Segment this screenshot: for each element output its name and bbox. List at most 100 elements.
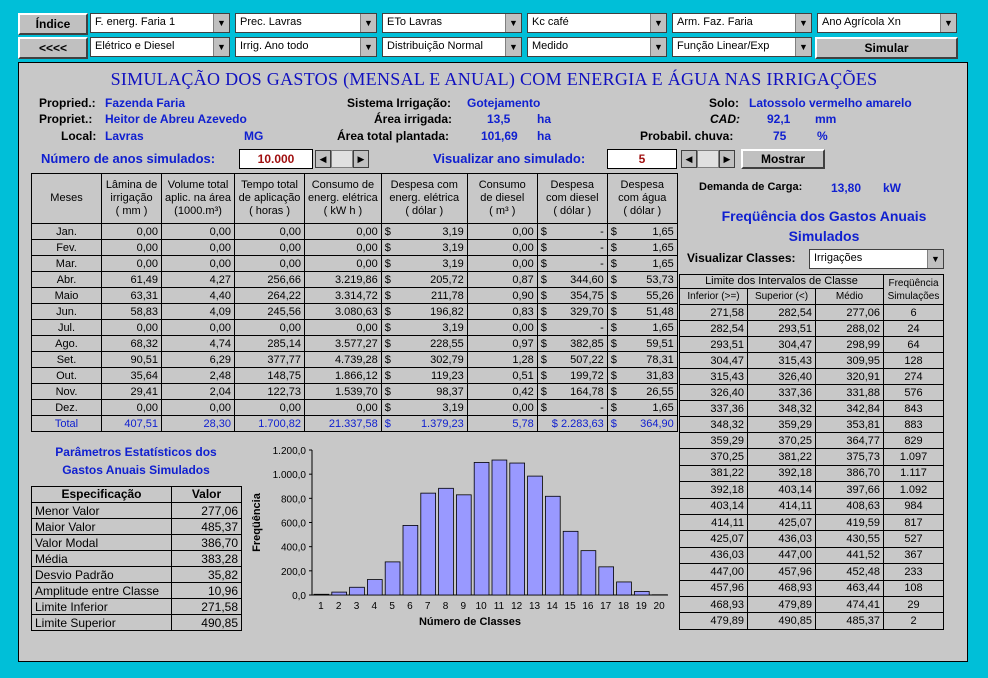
chevron-down-icon[interactable]: ▼: [795, 38, 811, 56]
table-row: 447,00 457,96 452,48 233: [679, 563, 944, 581]
bar: [384, 561, 401, 596]
table-row: 436,03 447,00 441,52 367: [679, 546, 944, 565]
mostrar-button[interactable]: Mostrar: [741, 149, 825, 169]
cell: 353,81: [815, 416, 884, 433]
stats-table: Especificação Valor Menor Valor 277,06 Maior…: [31, 486, 242, 631]
cell: 0,00: [304, 223, 382, 240]
x-tick-label: 5: [389, 601, 395, 612]
cell: 337,36: [747, 384, 816, 401]
prob-unit: %: [817, 129, 828, 143]
cell: 364,77: [815, 431, 884, 450]
chevron-down-icon[interactable]: ▼: [360, 38, 376, 56]
cell: 0,00: [160, 255, 236, 272]
top-select-10[interactable]: Medido ▼: [527, 37, 667, 57]
cell: 367: [883, 546, 944, 565]
cell: 24: [883, 320, 944, 337]
cell: 1,28: [466, 351, 538, 368]
cell: 382,85: [551, 335, 608, 352]
anos-left-arrow-icon[interactable]: ◀: [315, 150, 331, 168]
table-row: Abr. 61,49 4,27 256,66 3.219,86 $205,72 0,87 $3…: [31, 271, 678, 288]
x-tick-label: 9: [461, 601, 467, 612]
chevron-down-icon[interactable]: ▼: [927, 250, 943, 268]
table-row: Maior Valor 485,37: [31, 518, 242, 535]
indice-button[interactable]: Índice: [18, 13, 88, 35]
chevron-down-icon[interactable]: ▼: [795, 14, 811, 32]
cell: $: [606, 239, 622, 256]
table-row: 359,29 370,25 364,77 829: [679, 431, 944, 450]
chevron-down-icon[interactable]: ▼: [505, 38, 521, 56]
x-tick-label: 13: [529, 601, 541, 612]
top-select-4[interactable]: Kc café ▼: [527, 13, 667, 33]
top-select-8[interactable]: Irrig. Ano todo ▼: [235, 37, 377, 57]
cell: 0,00: [101, 223, 162, 240]
table-row: 315,43 326,40 320,91 274: [679, 368, 944, 385]
cell: 436,03: [747, 530, 816, 548]
cell: $: [380, 399, 396, 416]
simular-button[interactable]: Simular: [815, 37, 958, 59]
cell: -: [551, 319, 608, 336]
top-select-2[interactable]: Prec. Lavras ▼: [235, 13, 377, 33]
top-select-5[interactable]: Arm. Faz. Faria ▼: [672, 13, 812, 33]
ver-label: Visualizar ano simulado:: [433, 151, 586, 166]
cell: 53,73: [621, 271, 678, 288]
cell: 474,41: [815, 595, 884, 614]
chevron-down-icon[interactable]: ▼: [360, 14, 376, 32]
chevron-down-icon[interactable]: ▼: [213, 38, 229, 56]
chevron-down-icon[interactable]: ▼: [650, 38, 666, 56]
table-row: Jun. 58,83 4,09 245,56 3.080,63 $196,82 0,83 $3…: [31, 303, 678, 320]
cell: 381,22: [679, 464, 748, 483]
table-row: Ago. 68,32 4,74 285,14 3.577,27 $228,55 0,97 $3…: [31, 335, 678, 352]
cell: 468,93: [679, 595, 748, 614]
cell: 0,51: [466, 367, 538, 384]
ver-left-arrow-icon[interactable]: ◀: [681, 150, 697, 168]
total-cell: $ 2.283,63: [536, 415, 608, 432]
table-row: 282,54 293,51 288,02 24: [679, 320, 944, 337]
total-cell: Total: [31, 415, 102, 432]
top-select-6[interactable]: Ano Agrícola Xn ▼: [817, 13, 957, 33]
chevron-down-icon[interactable]: ▼: [940, 14, 956, 32]
cell: 0,00: [101, 255, 162, 272]
cell: 320,91: [815, 368, 884, 385]
ver-scroll-track[interactable]: [697, 150, 719, 168]
cell: 271,58: [171, 598, 242, 615]
cell: 463,44: [815, 579, 884, 597]
cell: 0,00: [466, 399, 538, 416]
table-row: Jul. 0,00 0,00 0,00 0,00 $3,19 0,00 $ - $1,65: [31, 319, 678, 336]
ver-right-arrow-icon[interactable]: ▶: [719, 150, 735, 168]
cell: 843: [883, 400, 944, 417]
cell: 29: [883, 595, 944, 614]
chevron-down-icon[interactable]: ▼: [213, 14, 229, 32]
x-tick-label: 1: [318, 601, 324, 612]
anos-scroll-track[interactable]: [331, 150, 353, 168]
cell: $: [606, 223, 622, 240]
table-row: 293,51 304,47 298,99 64: [679, 336, 944, 353]
anos-right-arrow-icon[interactable]: ▶: [353, 150, 369, 168]
demanda-value: 13,80: [831, 181, 862, 195]
vis-classes-select[interactable]: Irrigações ▼: [809, 249, 944, 269]
chevron-down-icon[interactable]: ▼: [505, 14, 521, 32]
sistema-value: Gotejamento: [467, 96, 541, 110]
table-row: Jan. 0,00 0,00 0,00 0,00 $3,19 0,00 $ - $1,65: [31, 223, 678, 240]
bar: [367, 579, 383, 596]
cell: 414,11: [747, 497, 816, 515]
top-select-7[interactable]: Elétrico e Diesel ▼: [90, 37, 230, 57]
cell: 6: [883, 304, 944, 321]
chevron-down-icon[interactable]: ▼: [650, 14, 666, 32]
main-panel: SIMULAÇÃO DOS GASTOS (MENSAL E ANUAL) CO…: [18, 62, 968, 662]
vis-classes-label: Visualizar Classes:: [687, 251, 796, 265]
prob-value: 75: [773, 129, 787, 143]
cell: 274: [883, 368, 944, 385]
anos-input[interactable]: 10.000: [239, 149, 313, 169]
y-tick-label: 1.000,0: [273, 470, 307, 481]
top-select-1[interactable]: F. energ. Faria 1 ▼: [90, 13, 230, 33]
monthly-header: Volume total aplic. na área (1000.m³): [160, 173, 236, 224]
cell: $: [606, 255, 622, 272]
top-select-11[interactable]: Função Linear/Exp ▼: [672, 37, 812, 57]
cell: 468,93: [747, 579, 816, 597]
top-select-3[interactable]: ETo Lavras ▼: [382, 13, 522, 33]
back-button[interactable]: <<<<: [18, 37, 88, 59]
bar: [544, 495, 561, 596]
cell: $: [536, 271, 552, 288]
ver-input[interactable]: 5: [607, 149, 677, 169]
top-select-9[interactable]: Distribuição Normal ▼: [382, 37, 522, 57]
